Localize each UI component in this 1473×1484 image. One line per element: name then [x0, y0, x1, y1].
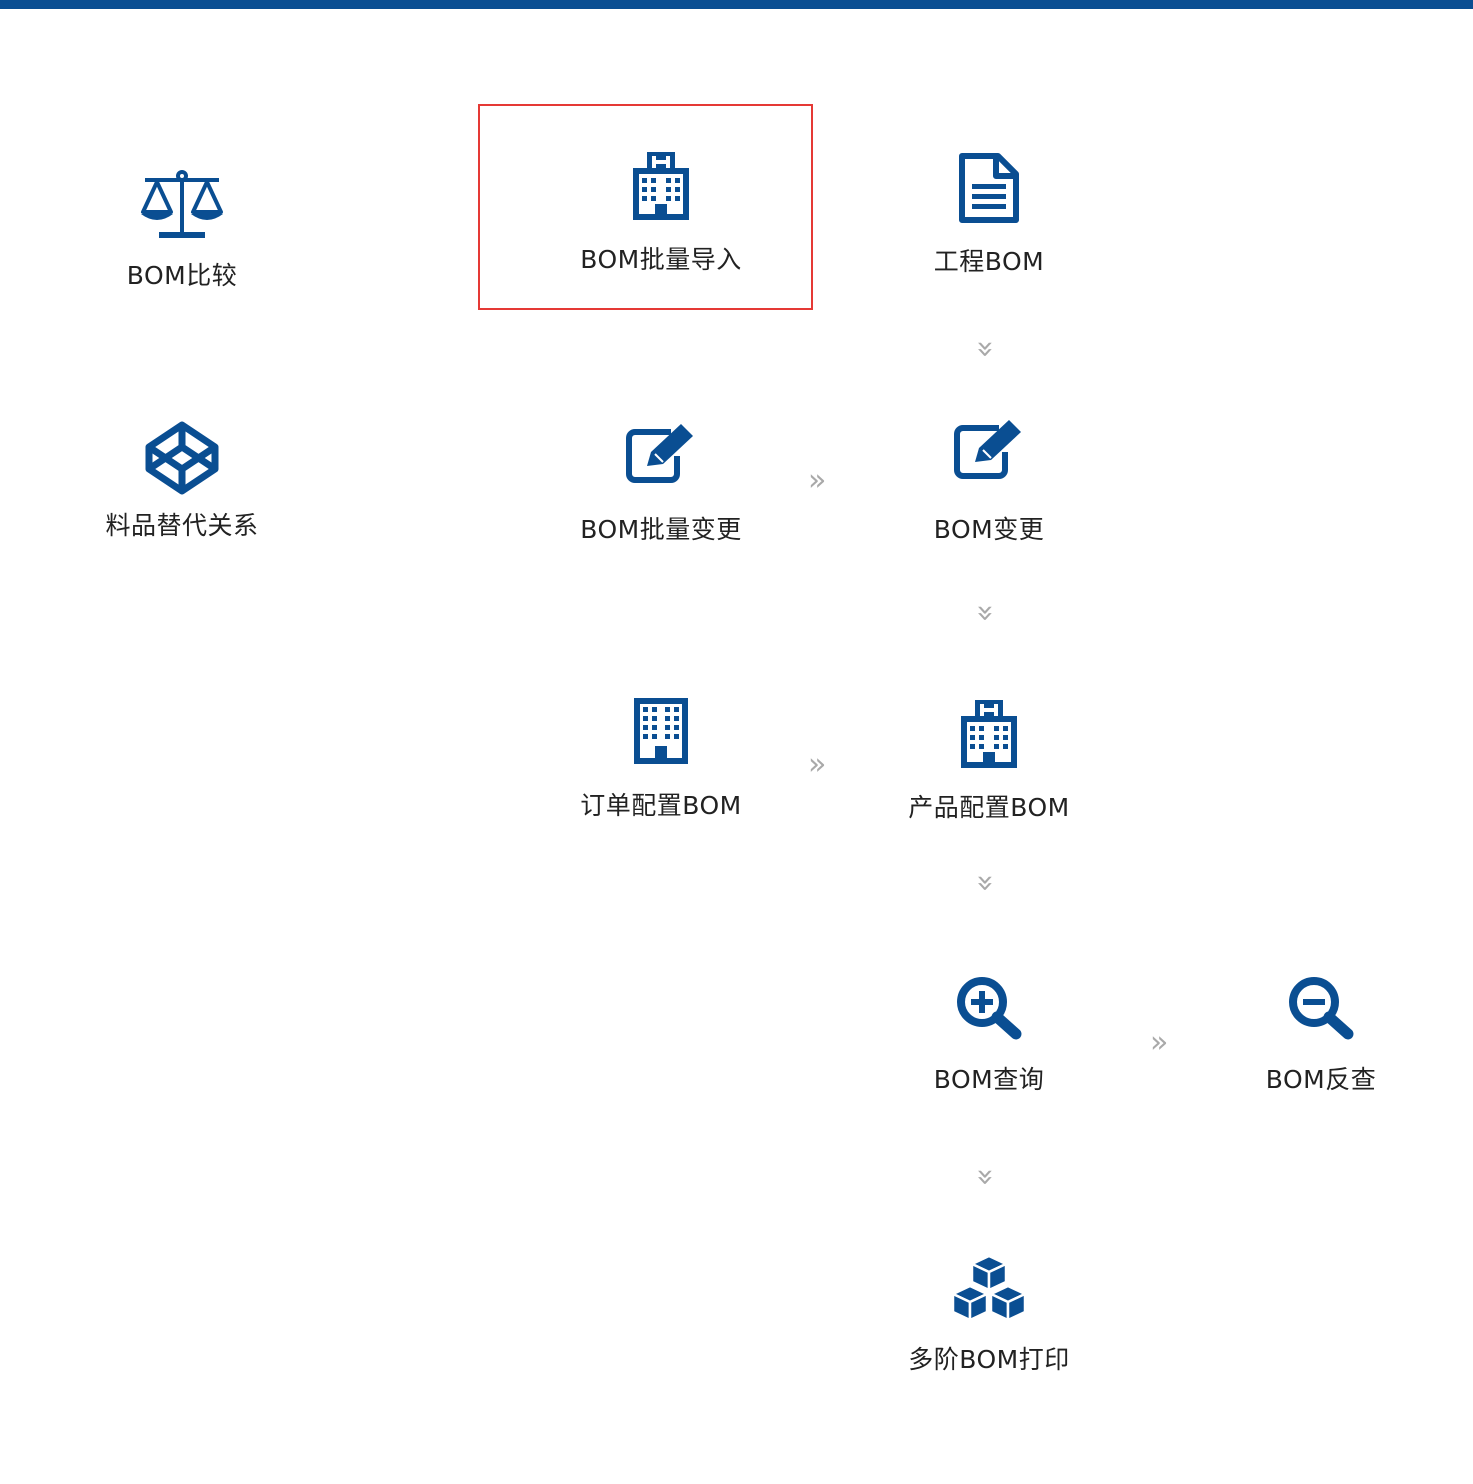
- node-label: BOM查询: [933, 1065, 1045, 1094]
- cube-icon: [145, 421, 219, 495]
- edit-icon: [626, 424, 693, 483]
- node-label: BOM比较: [126, 261, 238, 290]
- cubes-icon: [951, 1254, 1027, 1322]
- arrow-right: »: [808, 747, 827, 782]
- node-engineering-bom[interactable]: 工程BOM: [869, 152, 1109, 278]
- scale-icon: [141, 170, 223, 238]
- node-bom-reverse-query[interactable]: BOM反查: [1201, 976, 1441, 1096]
- arrow-down: »: [968, 339, 1004, 359]
- node-label: 订单配置BOM: [580, 791, 742, 820]
- hospital-building-icon: [633, 152, 689, 220]
- node-bom-compare[interactable]: BOM比较: [62, 168, 302, 292]
- node-label: 多阶BOM打印: [908, 1345, 1070, 1374]
- hospital-building-icon: [961, 700, 1017, 768]
- node-product-config-bom[interactable]: 产品配置BOM: [869, 698, 1109, 824]
- arrow-down: »: [968, 1167, 1004, 1187]
- node-material-substitute[interactable]: 料品替代关系: [62, 420, 302, 542]
- node-order-config-bom[interactable]: 订单配置BOM: [541, 696, 781, 822]
- node-bom-query[interactable]: BOM查询: [869, 976, 1109, 1096]
- bom-flow-canvas: BOM比较 料品替代关系 BOM批量导入 工程BOM BOM批量变更 BOM变更…: [0, 0, 1473, 1484]
- zoom-in-icon: [957, 977, 1022, 1040]
- node-label: 工程BOM: [933, 247, 1045, 276]
- node-bom-batch-change[interactable]: BOM批量变更: [541, 422, 781, 546]
- edit-icon: [954, 420, 1021, 479]
- arrow-right: »: [1150, 1025, 1169, 1060]
- node-label: BOM批量变更: [580, 515, 742, 544]
- arrow-down: »: [968, 873, 1004, 893]
- node-label: BOM变更: [933, 515, 1045, 544]
- node-label: 料品替代关系: [105, 511, 259, 540]
- arrow-down: »: [968, 603, 1004, 623]
- node-multilevel-bom-print[interactable]: 多阶BOM打印: [869, 1254, 1109, 1376]
- node-bom-batch-import[interactable]: BOM批量导入: [541, 150, 781, 276]
- top-bar: [0, 0, 1473, 9]
- node-label: 产品配置BOM: [908, 793, 1070, 822]
- node-label: BOM反查: [1265, 1065, 1377, 1094]
- node-bom-change[interactable]: BOM变更: [869, 418, 1109, 546]
- document-icon: [959, 153, 1019, 223]
- building-icon: [634, 698, 688, 764]
- arrow-right: »: [808, 463, 827, 498]
- node-label: BOM批量导入: [580, 245, 742, 274]
- zoom-out-icon: [1289, 977, 1354, 1040]
